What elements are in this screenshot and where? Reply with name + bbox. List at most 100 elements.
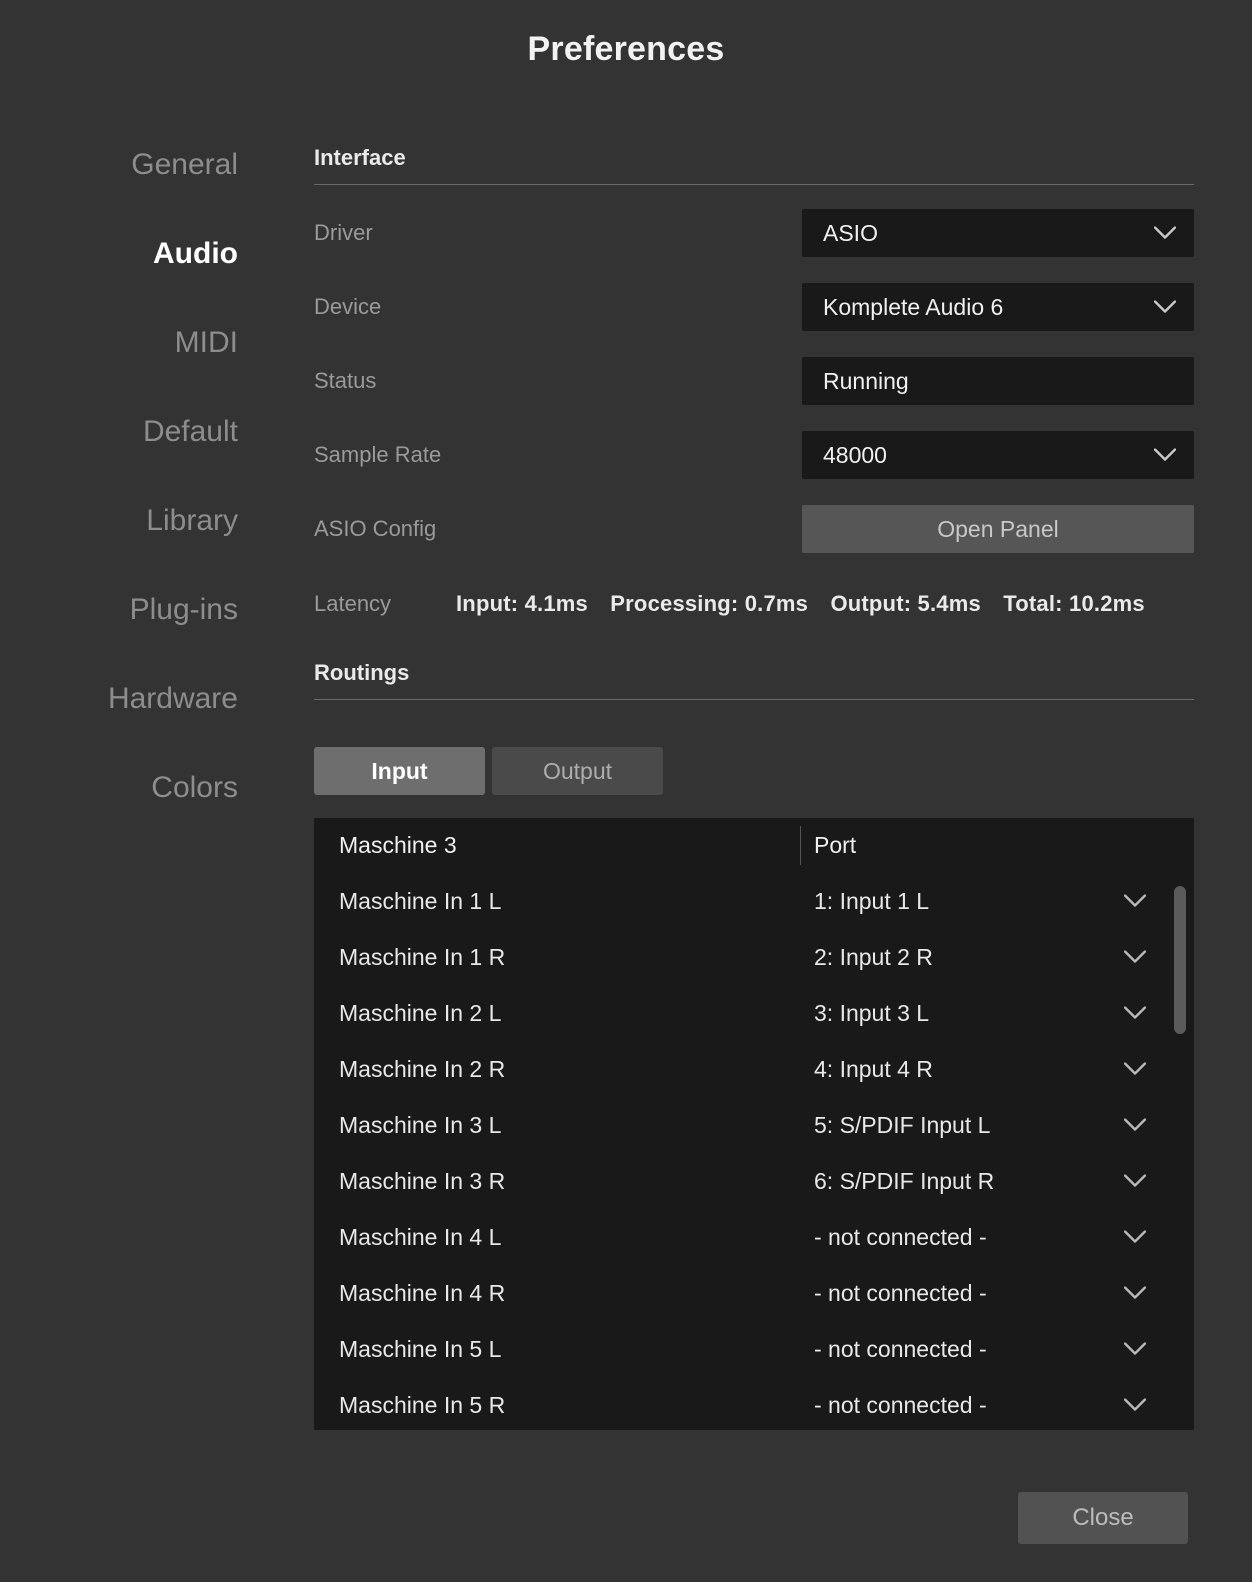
close-button[interactable]: Close bbox=[1018, 1492, 1188, 1544]
chevron-down-icon[interactable] bbox=[1123, 1286, 1147, 1300]
sidebar-item-label: Default bbox=[142, 414, 238, 448]
latency-label: Latency bbox=[314, 591, 392, 616]
chevron-down-icon bbox=[1153, 300, 1177, 314]
sidebar-item-label: Audio bbox=[153, 236, 238, 270]
table-row[interactable]: Maschine In 4 L - not connected - bbox=[314, 1209, 1194, 1265]
tab-input[interactable]: Input bbox=[314, 747, 485, 795]
chevron-down-icon[interactable] bbox=[1123, 1062, 1147, 1076]
row-latency: Latency Input: 4.1ms Processing: 0.7ms O… bbox=[314, 583, 1194, 625]
tab-output[interactable]: Output bbox=[492, 747, 663, 795]
sidebar-item-label: Colors bbox=[151, 770, 238, 804]
chevron-down-icon[interactable] bbox=[1123, 1118, 1147, 1132]
sidebar-item-label: MIDI bbox=[174, 325, 238, 359]
device-select[interactable]: Komplete Audio 6 bbox=[802, 283, 1194, 331]
section-divider bbox=[314, 184, 1194, 185]
section-routings: Routings bbox=[314, 660, 1194, 700]
latency-input: Input: 4.1ms bbox=[456, 591, 588, 616]
row-port-value: 4: Input 4 R bbox=[814, 1055, 933, 1082]
sidebar: General Audio MIDI Default Library Plug-… bbox=[0, 120, 266, 832]
sidebar-item-label: Plug-ins bbox=[129, 592, 238, 626]
sidebar-item-library[interactable]: Library bbox=[0, 476, 266, 565]
chevron-down-icon[interactable] bbox=[1123, 1398, 1147, 1412]
routing-tabs: Input Output bbox=[314, 747, 663, 795]
row-device-name: Maschine In 4 R bbox=[339, 1279, 506, 1306]
column-header-device: Maschine 3 bbox=[339, 832, 457, 858]
asio-config-label: ASIO Config bbox=[314, 516, 437, 541]
row-device-name: Maschine In 4 L bbox=[339, 1223, 502, 1250]
table-row[interactable]: Maschine In 2 R 4: Input 4 R bbox=[314, 1041, 1194, 1097]
column-header-port: Port bbox=[814, 832, 857, 858]
section-interface: Interface bbox=[314, 145, 1194, 185]
sidebar-item-colors[interactable]: Colors bbox=[0, 743, 266, 832]
column-divider bbox=[800, 826, 801, 865]
table-row[interactable]: Maschine In 3 L 5: S/PDIF Input L bbox=[314, 1097, 1194, 1153]
routing-table: Maschine 3 Port Maschine In 1 L 1: Input… bbox=[314, 818, 1194, 1430]
device-value: Komplete Audio 6 bbox=[823, 293, 1004, 320]
chevron-down-icon[interactable] bbox=[1123, 894, 1147, 908]
row-status: Status Running bbox=[314, 357, 1194, 405]
sidebar-item-plugins[interactable]: Plug-ins bbox=[0, 565, 266, 654]
row-sample-rate: Sample Rate 48000 bbox=[314, 431, 1194, 479]
row-port-value: - not connected - bbox=[814, 1391, 987, 1418]
table-row[interactable]: Maschine In 3 R 6: S/PDIF Input R bbox=[314, 1153, 1194, 1209]
row-port-value: - not connected - bbox=[814, 1279, 987, 1306]
status-value: Running bbox=[823, 367, 909, 394]
row-device-name: Maschine In 2 R bbox=[339, 1055, 506, 1082]
status-label: Status bbox=[314, 368, 377, 393]
sidebar-item-default[interactable]: Default bbox=[0, 387, 266, 476]
chevron-down-icon[interactable] bbox=[1123, 1230, 1147, 1244]
latency-output: Output: 5.4ms bbox=[830, 591, 981, 616]
row-device-name: Maschine In 5 R bbox=[339, 1391, 506, 1418]
section-divider bbox=[314, 699, 1194, 700]
sample-rate-select[interactable]: 48000 bbox=[802, 431, 1194, 479]
row-device: Device Komplete Audio 6 bbox=[314, 283, 1194, 331]
table-row[interactable]: Maschine In 4 R - not connected - bbox=[314, 1265, 1194, 1321]
sidebar-item-midi[interactable]: MIDI bbox=[0, 298, 266, 387]
driver-label: Driver bbox=[314, 220, 373, 245]
latency-values: Input: 4.1ms Processing: 0.7ms Output: 5… bbox=[456, 591, 1145, 617]
table-row[interactable]: Maschine In 1 R 2: Input 2 R bbox=[314, 929, 1194, 985]
row-device-name: Maschine In 3 L bbox=[339, 1111, 502, 1138]
open-panel-button[interactable]: Open Panel bbox=[802, 505, 1194, 553]
row-port-value: 3: Input 3 L bbox=[814, 999, 930, 1026]
section-heading: Routings bbox=[314, 660, 410, 685]
device-label: Device bbox=[314, 294, 382, 319]
table-scrollbar[interactable] bbox=[1174, 882, 1186, 1422]
table-row[interactable]: Maschine In 5 R - not connected - bbox=[314, 1377, 1194, 1430]
sidebar-item-label: Library bbox=[146, 503, 238, 537]
row-port-value: - not connected - bbox=[814, 1335, 987, 1362]
row-port-value: 6: S/PDIF Input R bbox=[814, 1167, 995, 1194]
table-header-row: Maschine 3 Port bbox=[314, 818, 1194, 873]
row-device-name: Maschine In 1 R bbox=[339, 943, 506, 970]
chevron-down-icon[interactable] bbox=[1123, 950, 1147, 964]
chevron-down-icon bbox=[1153, 226, 1177, 240]
row-port-value: - not connected - bbox=[814, 1223, 987, 1250]
scrollbar-thumb[interactable] bbox=[1174, 886, 1186, 1034]
row-device-name: Maschine In 5 L bbox=[339, 1335, 502, 1362]
row-driver: Driver ASIO bbox=[314, 209, 1194, 257]
row-port-value: 1: Input 1 L bbox=[814, 887, 930, 914]
sidebar-item-audio[interactable]: Audio bbox=[0, 209, 266, 298]
sample-rate-value: 48000 bbox=[823, 441, 887, 468]
chevron-down-icon[interactable] bbox=[1123, 1006, 1147, 1020]
row-port-value: 2: Input 2 R bbox=[814, 943, 933, 970]
latency-processing: Processing: 0.7ms bbox=[610, 591, 809, 616]
sidebar-item-label: Hardware bbox=[107, 681, 238, 715]
sidebar-item-general[interactable]: General bbox=[0, 120, 266, 209]
sidebar-item-label: General bbox=[131, 147, 238, 181]
sidebar-item-hardware[interactable]: Hardware bbox=[0, 654, 266, 743]
page-title: Preferences bbox=[527, 30, 725, 68]
chevron-down-icon bbox=[1153, 448, 1177, 462]
latency-total: Total: 10.2ms bbox=[1003, 591, 1145, 616]
row-device-name: Maschine In 2 L bbox=[339, 999, 502, 1026]
status-value-field: Running bbox=[802, 357, 1194, 405]
chevron-down-icon[interactable] bbox=[1123, 1174, 1147, 1188]
sample-rate-label: Sample Rate bbox=[314, 442, 442, 467]
table-row[interactable]: Maschine In 1 L 1: Input 1 L bbox=[314, 873, 1194, 929]
chevron-down-icon[interactable] bbox=[1123, 1342, 1147, 1356]
driver-select[interactable]: ASIO bbox=[802, 209, 1194, 257]
driver-value: ASIO bbox=[823, 219, 878, 246]
section-heading: Interface bbox=[314, 145, 406, 170]
table-row[interactable]: Maschine In 5 L - not connected - bbox=[314, 1321, 1194, 1377]
table-row[interactable]: Maschine In 2 L 3: Input 3 L bbox=[314, 985, 1194, 1041]
